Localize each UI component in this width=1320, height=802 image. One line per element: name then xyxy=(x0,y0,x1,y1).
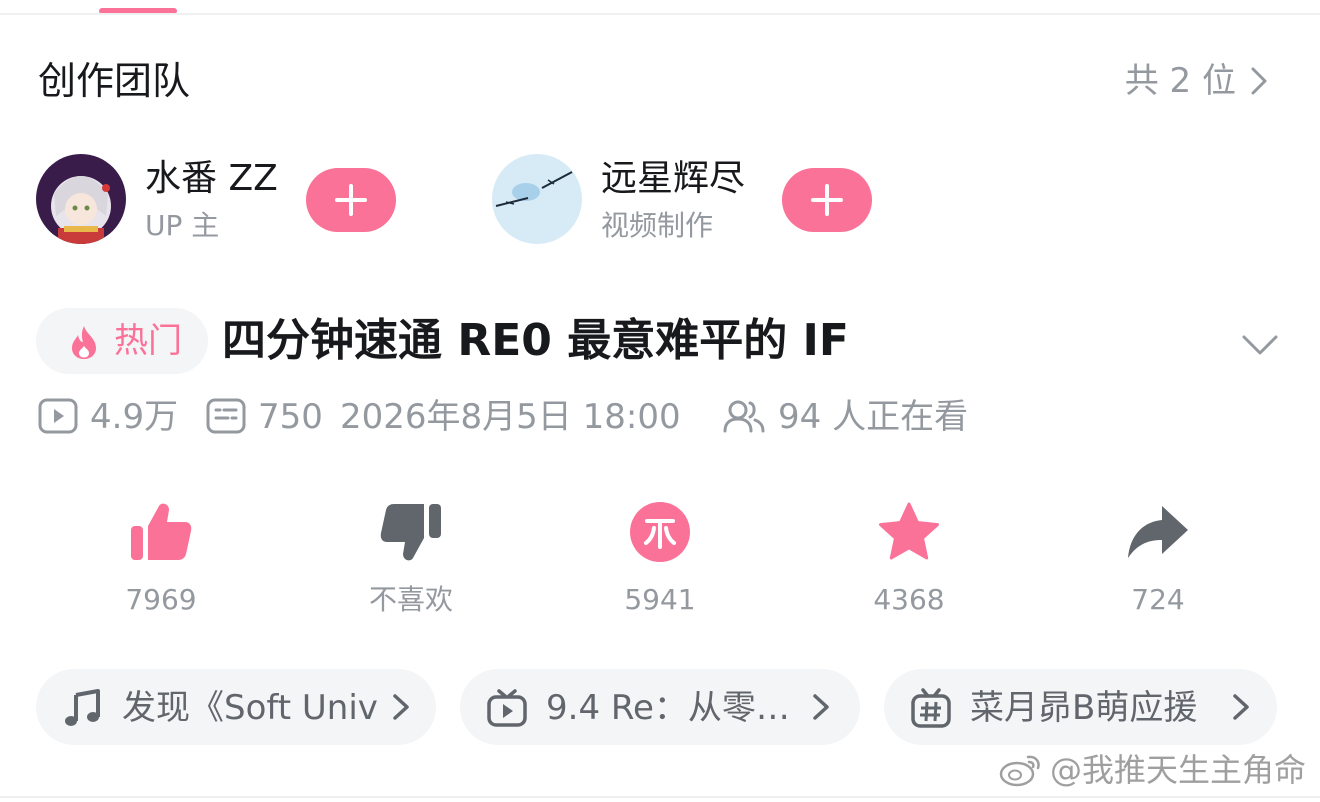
flame-icon xyxy=(72,326,96,359)
danmaku-count-value: 750 xyxy=(258,397,323,437)
share-arrow-icon xyxy=(1128,506,1188,558)
hot-badge[interactable]: 热门 xyxy=(36,308,208,374)
music-chip-label: 发现《Soft Univ xyxy=(122,688,378,728)
share-count: 724 xyxy=(1131,583,1185,616)
play-count: 4.9万 xyxy=(38,392,178,442)
play-count-value: 4.9万 xyxy=(90,397,179,437)
dislike-button[interactable]: 不喜欢 xyxy=(321,500,501,620)
hashtag-icon xyxy=(911,688,951,728)
danmaku-icon xyxy=(206,398,246,433)
weibo-logo-icon xyxy=(999,755,1040,787)
like-button[interactable]: 7969 xyxy=(71,500,251,620)
creator-team-title: 创作团队 xyxy=(38,59,191,103)
chevron-right-icon xyxy=(1233,694,1249,720)
play-count-icon xyxy=(38,398,78,433)
publish-date: 2026年8月5日 18:00 xyxy=(340,397,681,437)
thumbs-up-icon xyxy=(131,503,192,560)
follow-button[interactable] xyxy=(782,168,872,232)
creator-card-yuanxing: 远星辉尽 视频制作 xyxy=(492,154,882,246)
video-meta-row: 4.9万 750 2026年8月5日 18:00 94 人正在看 xyxy=(38,392,1288,442)
watching-count: 94 人正在看 xyxy=(722,392,968,442)
creator-name[interactable]: 水番 ZZ xyxy=(145,156,278,202)
creator-team-header[interactable]: 创作团队 共 2 位 xyxy=(38,56,1282,106)
favorite-count: 4368 xyxy=(873,583,945,616)
creator-team-count[interactable]: 共 2 位 xyxy=(1125,56,1236,106)
coin-button[interactable]: 5941 xyxy=(570,500,750,620)
danmaku-count: 750 xyxy=(206,392,323,442)
avatar[interactable] xyxy=(36,154,126,244)
creator-card-shuifan: 水番 ZZ UP 主 xyxy=(36,154,406,246)
share-button[interactable]: 724 xyxy=(1068,500,1248,620)
video-title: 四分钟速通 RE0 最意难平的 IF xyxy=(222,315,849,366)
creator-name[interactable]: 远星辉尽 xyxy=(601,156,745,202)
topic-chip-label: 菜月昴B萌应援 xyxy=(970,688,1198,728)
hot-badge-label: 热门 xyxy=(114,321,182,361)
chevron-right-icon xyxy=(813,694,829,720)
bottom-divider xyxy=(0,796,1320,798)
favorite-button[interactable]: 4368 xyxy=(819,500,999,620)
follow-button[interactable] xyxy=(306,168,396,232)
creator-role: UP 主 xyxy=(145,209,220,242)
music-chip[interactable]: 发现《Soft Univ xyxy=(36,669,436,745)
chevron-right-icon[interactable] xyxy=(1242,64,1276,98)
watermark-text: @我推天生主角命 xyxy=(1049,751,1306,789)
coin-count: 5941 xyxy=(624,583,696,616)
series-chip[interactable]: 9.4 Re：从零… xyxy=(460,669,860,745)
dislike-label: 不喜欢 xyxy=(368,583,453,616)
weibo-watermark: @我推天生主角命 xyxy=(998,748,1306,792)
music-note-icon xyxy=(65,689,100,726)
creator-role: 视频制作 xyxy=(601,209,714,242)
coin-icon xyxy=(630,502,690,562)
avatar[interactable] xyxy=(492,154,582,244)
people-icon xyxy=(723,400,765,432)
chevron-right-icon xyxy=(393,694,409,720)
like-count: 7969 xyxy=(125,583,197,616)
watching-count-value: 94 人正在看 xyxy=(778,397,969,437)
thumbs-down-icon xyxy=(380,504,441,561)
top-divider xyxy=(0,13,1320,15)
star-icon xyxy=(879,502,939,560)
chevron-down-icon[interactable] xyxy=(1240,324,1280,364)
series-chip-label: 9.4 Re：从零… xyxy=(546,688,790,728)
tv-icon xyxy=(487,689,527,727)
topic-chip[interactable]: 菜月昴B萌应援 xyxy=(884,669,1277,745)
